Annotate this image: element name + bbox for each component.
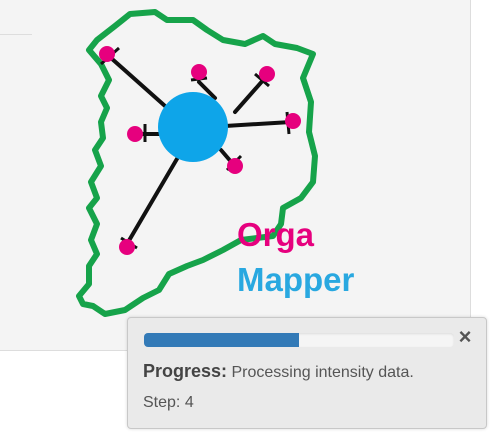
progress-label: Progress: [143,361,228,381]
progress-notification: × Progress: Processing intensity data. S… [127,317,487,429]
step-value: 4 [184,394,194,411]
panel-divider [0,34,32,35]
progress-message-row: Progress: Processing intensity data. [143,361,414,382]
logo-cell [158,92,228,162]
logo-text-mapper: Mapper [237,261,355,298]
orgamapper-logo: Orga Mapper [75,4,375,322]
main-panel: Orga Mapper [0,0,471,351]
step-label: Step: [143,394,181,411]
progress-bar [144,333,454,347]
progress-bar-fill [144,333,299,347]
close-icon[interactable]: × [456,326,474,348]
progress-step-row: Step: 4 [143,394,194,412]
progress-message: Processing intensity data. [231,364,414,381]
logo-text-orga: Orga [237,216,315,253]
